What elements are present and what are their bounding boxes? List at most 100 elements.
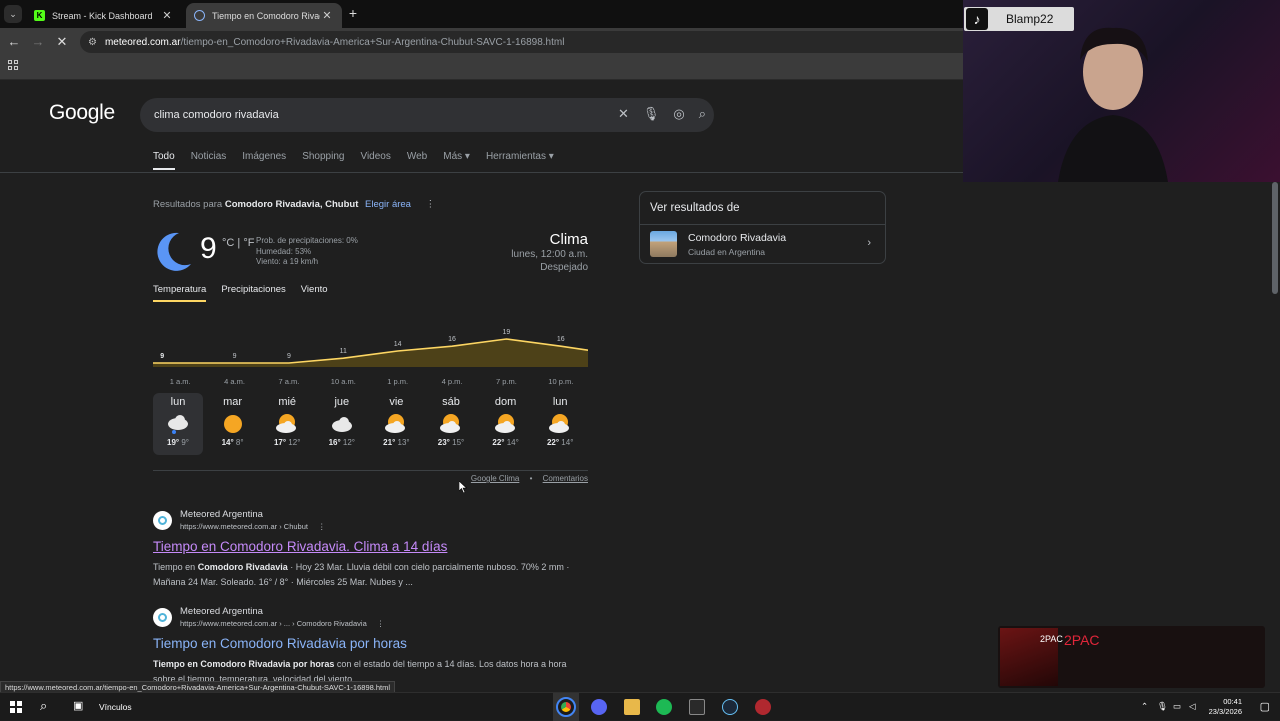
comentarios-link[interactable]: Comentarios	[543, 474, 588, 483]
hour-tick-label: 10 p.m.	[548, 377, 573, 386]
tab-shopping[interactable]: Shopping	[302, 151, 344, 170]
windows-start-icon[interactable]	[10, 701, 22, 713]
day-temps: 17° 12°	[262, 438, 312, 447]
forecast-day-jue[interactable]: jue 16° 12°	[317, 393, 367, 455]
day-name: dom	[494, 396, 517, 408]
day-temps: 22° 14°	[481, 438, 531, 447]
new-tab-button[interactable]: +	[346, 5, 360, 21]
recording-app-icon[interactable]	[755, 699, 771, 715]
steam-icon[interactable]	[722, 699, 738, 715]
search-icon[interactable]: ⌕	[699, 106, 706, 122]
tab-precipitaciones[interactable]: Precipitaciones	[221, 284, 285, 302]
microphone-tray-icon[interactable]: 🎙︎	[1157, 701, 1168, 712]
forecast-day-dom[interactable]: dom 22° 14°	[481, 393, 531, 455]
hour-tick-label: 1 a.m.	[170, 377, 191, 386]
unit-toggle[interactable]: °C | °F	[222, 237, 254, 249]
more-options-icon[interactable]: ⋮	[377, 619, 385, 628]
clear-icon[interactable]: ✕	[618, 106, 629, 122]
partly-cloudy-icon	[549, 413, 571, 435]
tab-videos[interactable]: Videos	[360, 151, 390, 170]
discord-icon[interactable]	[591, 699, 607, 715]
result-site[interactable]: Meteored Argentina	[180, 606, 263, 617]
results-for-place: Comodoro Rivadavia, Chubut	[224, 199, 359, 210]
forecast-day-mar[interactable]: mar 14° 8°	[208, 393, 258, 455]
result-site[interactable]: Meteored Argentina	[180, 509, 263, 520]
weather-tabs: Temperatura Precipitaciones Viento	[153, 284, 328, 302]
see-results-panel: Ver resultados de Comodoro Rivadavia Ciu…	[639, 191, 886, 264]
temperature-data-label: 14	[394, 341, 402, 348]
volume-icon[interactable]: ◁	[1189, 701, 1196, 712]
close-tab-icon[interactable]: ✕	[160, 9, 174, 22]
city-name-link[interactable]: Comodoro Rivadavia	[688, 232, 786, 244]
stop-loading-icon[interactable]: ✕	[54, 34, 70, 50]
city-thumbnail[interactable]	[650, 231, 677, 257]
system-clock[interactable]: 00:41 23/3/2026	[1209, 697, 1242, 717]
links-toolbar[interactable]: Vínculos	[99, 702, 132, 712]
choose-area-link[interactable]: Elegir área	[365, 199, 411, 210]
tab-mas[interactable]: Más ▾	[443, 151, 470, 170]
day-temps: 14° 8°	[208, 438, 258, 447]
weather-condition: Despejado	[540, 262, 588, 273]
tab-herramientas[interactable]: Herramientas ▾	[486, 151, 554, 170]
forecast-day-lun[interactable]: lun 19° 9°	[153, 393, 203, 455]
tab-temperatura[interactable]: Temperatura	[153, 284, 207, 302]
epic-games-icon[interactable]	[689, 699, 705, 715]
tab-todo[interactable]: Todo	[153, 151, 175, 170]
notifications-icon[interactable]: ▢	[1260, 700, 1270, 713]
tab-meteored[interactable]: Tiempo en Comodoro Rivadavia ✕	[186, 3, 342, 28]
result-url[interactable]: https://www.meteored.com.ar › ... › Como…	[180, 619, 384, 628]
day-name: vie	[389, 396, 404, 408]
tab-search-button[interactable]: ⌄	[4, 5, 22, 23]
chevron-right-icon[interactable]: ›	[867, 237, 871, 249]
low-temp: 12°	[286, 438, 301, 447]
temperature-data-label: 9	[287, 353, 291, 360]
forecast-day-vie[interactable]: vie 21° 13°	[371, 393, 421, 455]
back-icon[interactable]: ←	[6, 34, 22, 49]
more-options-icon[interactable]: ⋮	[318, 522, 326, 531]
forward-icon[interactable]: →	[30, 34, 46, 49]
result-title-link[interactable]: Tiempo en Comodoro Rivadavia por horas	[153, 636, 407, 651]
more-options-icon[interactable]: ⋮	[426, 199, 436, 210]
day-temps: 22° 14°	[535, 438, 585, 447]
tab-kick-dashboard[interactable]: K Stream - Kick Dashboard ✕	[26, 3, 182, 28]
google-logo[interactable]: Google	[49, 101, 115, 125]
search-tabs: Todo Noticias Imágenes Shopping Videos W…	[153, 151, 554, 170]
spotify-icon[interactable]	[656, 699, 672, 715]
network-icon[interactable]: ▭	[1173, 701, 1181, 712]
forecast-day-lun[interactable]: lun 22° 14°	[535, 393, 585, 455]
lens-icon[interactable]: ◎	[673, 106, 684, 122]
result-title-link[interactable]: Tiempo en Comodoro Rivadavia. Clima a 14…	[153, 539, 447, 554]
google-clima-link[interactable]: Google Clima	[471, 474, 519, 483]
url-path: /tiempo-en_Comodoro+Rivadavia-America+Su…	[180, 36, 565, 48]
weather-datetime: lunes, 12:00 a.m.	[511, 249, 588, 260]
tray-chevron-icon[interactable]: ⌃	[1141, 701, 1148, 712]
search-input[interactable]: clima comodoro rivadavia	[154, 109, 279, 121]
webcam-overlay: ♪ Blamp22	[963, 0, 1280, 182]
tab-imagenes[interactable]: Imágenes	[242, 151, 286, 170]
meteored-favicon	[153, 608, 172, 627]
partly-cloudy-icon	[494, 413, 517, 435]
scrollbar-thumb[interactable]	[1272, 182, 1278, 294]
tab-noticias[interactable]: Noticias	[191, 151, 227, 170]
forecast-days: lun 19° 9° mar 14° 8° mié 17° 12° jue 16° 12° vi…	[153, 393, 588, 455]
mic-icon[interactable]: 🎙︎	[643, 106, 660, 122]
cloud-icon	[331, 413, 353, 435]
forecast-day-mié[interactable]: mié 17° 12°	[262, 393, 312, 455]
search-icon[interactable]: ⌕	[40, 698, 47, 714]
apps-grid-icon[interactable]	[8, 60, 18, 70]
sun-icon	[222, 413, 244, 435]
tab-web[interactable]: Web	[407, 151, 427, 170]
music-overlay: 2PAC 2PAC	[998, 626, 1265, 688]
close-tab-icon[interactable]: ✕	[320, 9, 334, 22]
search-box[interactable]: clima comodoro rivadavia ✕ 🎙︎ ◎ ⌕	[140, 98, 714, 132]
forecast-day-sáb[interactable]: sáb 23° 15°	[426, 393, 476, 455]
weather-summary: Clima lunes, 12:00 a.m. Despejado	[511, 231, 588, 274]
result-url[interactable]: https://www.meteored.com.ar › Chubut ⋮	[180, 522, 325, 531]
weather-footer: Google Clima • Comentarios	[153, 470, 588, 483]
chrome-icon[interactable]	[556, 697, 576, 717]
task-view-icon[interactable]: ▣	[73, 699, 83, 712]
site-info-icon[interactable]: ⚙	[88, 37, 97, 48]
tab-viento[interactable]: Viento	[301, 284, 328, 302]
address-bar[interactable]: ⚙ meteored.com.ar /tiempo-en_Comodoro+Ri…	[80, 31, 980, 53]
file-explorer-icon[interactable]	[624, 699, 640, 715]
